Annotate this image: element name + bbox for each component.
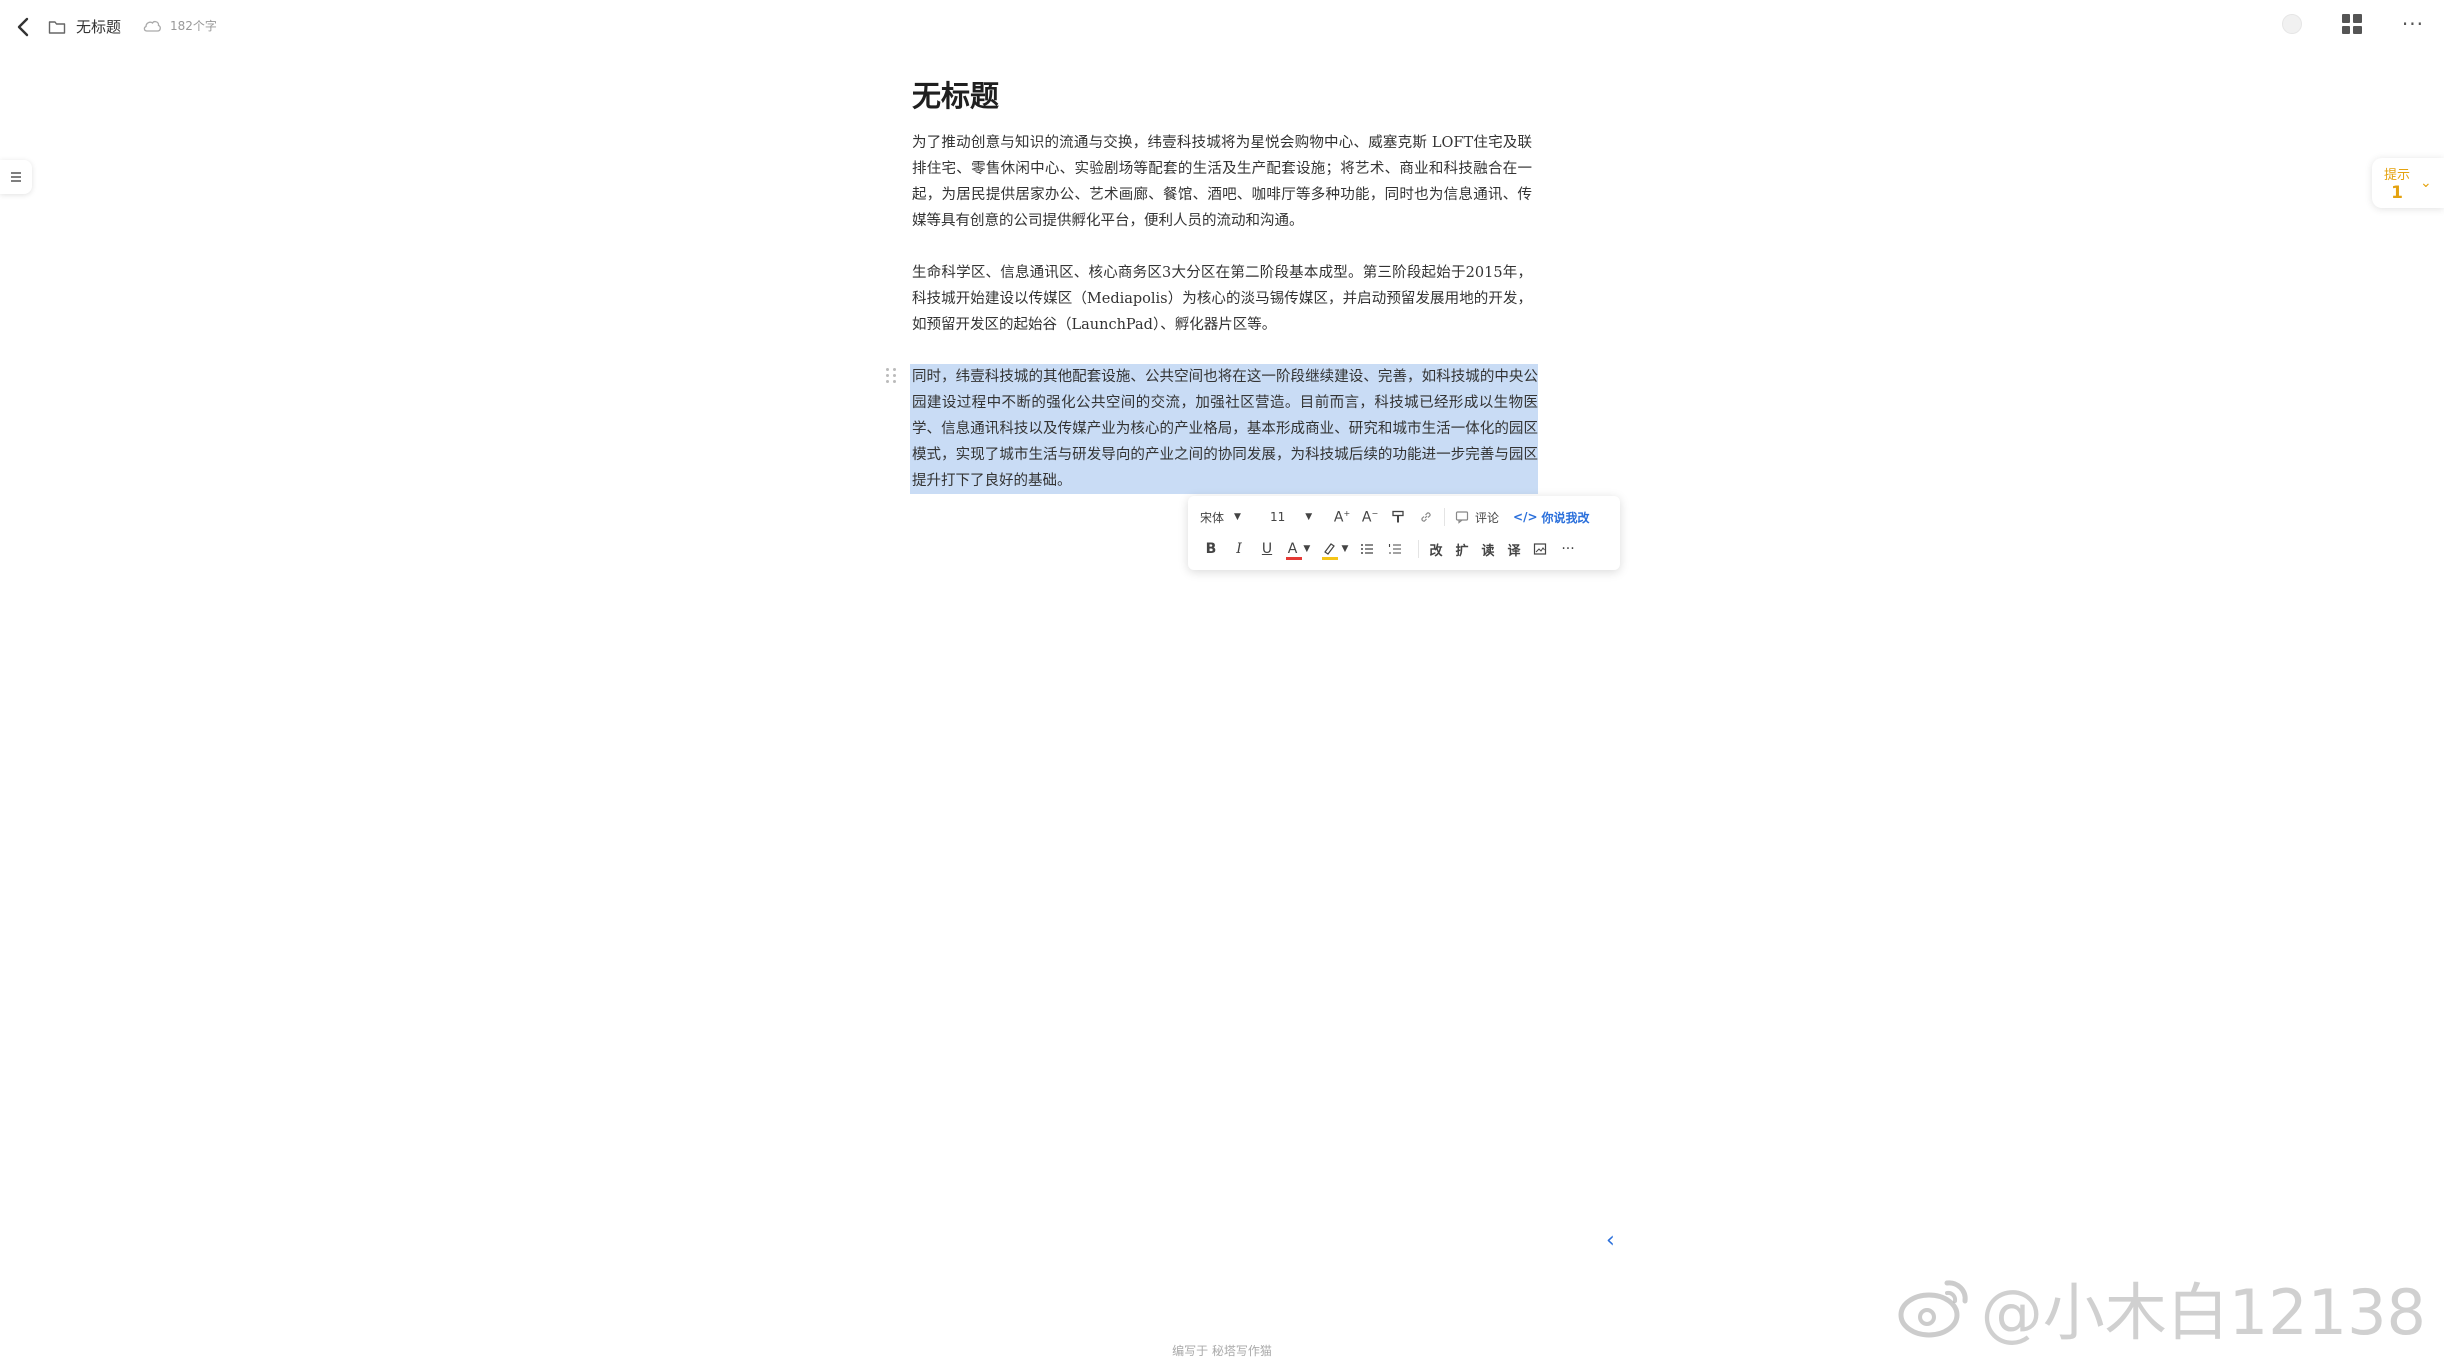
underline-button[interactable]: U — [1256, 537, 1278, 561]
font-decrease-icon: A− — [1361, 508, 1379, 526]
comment-label: 评论 — [1475, 510, 1500, 525]
increase-font-button[interactable]: A+ — [1330, 505, 1354, 529]
more-icon[interactable]: ··· — [2402, 12, 2424, 36]
numbered-list-icon — [1388, 544, 1401, 554]
word-count: 182个字 — [170, 19, 217, 33]
numbered-list-button[interactable] — [1384, 537, 1406, 561]
italic-icon: I — [1236, 541, 1242, 557]
watermark-text: @小木白12138 — [1980, 1276, 2426, 1349]
weibo-logo-icon — [1898, 1280, 1968, 1338]
comment-button[interactable]: 评论 — [1455, 505, 1499, 529]
font-size-value: 11 — [1270, 510, 1286, 524]
chevron-left-icon[interactable]: ‹ — [1606, 1228, 1615, 1253]
toolbar-row-2: B I U A ▼ ▼ 改 扩 读 译 ··· — [1188, 532, 1620, 566]
caret-down-icon: ▼ — [1341, 544, 1349, 554]
document-body[interactable]: 无标题 为了推动创意与知识的流通与交换，纬壹科技城将为星悦会购物中心、威塞克斯 … — [910, 74, 1538, 520]
watermark: @小木白12138 — [1897, 1262, 2426, 1352]
image-button[interactable] — [1529, 537, 1551, 561]
underline-icon: U — [1261, 541, 1273, 557]
top-right-actions: ··· — [2281, 12, 2424, 36]
bullet-list-button[interactable] — [1356, 537, 1378, 561]
rewrite-button[interactable]: 改 — [1425, 537, 1447, 561]
breadcrumb[interactable]: 无标题 — [48, 16, 121, 37]
paragraph[interactable]: 生命科学区、信息通讯区、核心商务区3大分区在第二阶段基本成型。第三阶段起始于20… — [912, 260, 1532, 338]
caret-down-icon: ▼ — [1305, 512, 1313, 522]
hint-text: 提示 1 — [2384, 164, 2410, 203]
cloud-icon — [143, 20, 161, 32]
menu-icon — [11, 172, 21, 182]
editor-page: 无标题 182个字 ··· 提示 1 ⌄ 无标题 为了推动创意与知识的流通与交换… — [0, 0, 2444, 1366]
ai-rewrite-label: 你说我改 — [1541, 510, 1590, 525]
image-icon — [1533, 543, 1547, 555]
selected-paragraph[interactable]: 同时，纬壹科技城的其他配套设施、公共空间也将在这一阶段继续建设、完善，如科技城的… — [910, 364, 1538, 494]
bold-button[interactable]: B — [1200, 537, 1222, 561]
decrease-font-button[interactable]: A− — [1358, 505, 1382, 529]
chevron-down-icon: ⌄ — [2420, 175, 2432, 191]
ai-rewrite-button[interactable]: </> 你说我改 — [1513, 505, 1590, 529]
code-icon: </> — [1513, 510, 1538, 524]
paragraph[interactable]: 为了推动创意与知识的流通与交换，纬壹科技城将为星悦会购物中心、威塞克斯 LOFT… — [912, 130, 1532, 234]
hint-count: 1 — [2391, 182, 2403, 203]
save-status: 182个字 — [142, 17, 217, 34]
doc-name: 无标题 — [76, 18, 122, 36]
toolbar-divider — [1418, 540, 1419, 558]
link-icon — [1421, 512, 1431, 522]
font-color-button[interactable]: A ▼ — [1284, 537, 1314, 561]
floating-format-toolbar: 宋体 ▼ 11 ▼ A+ A− 评论 </> 你说我改 B I U A ▼ ▼ … — [1188, 496, 1620, 570]
hint-label: 提示 — [2384, 167, 2411, 183]
back-button[interactable] — [8, 12, 38, 42]
link-button[interactable] — [1414, 505, 1438, 529]
bullet-list-icon — [1361, 544, 1373, 554]
caret-down-icon: ▼ — [1234, 512, 1241, 522]
folder-icon — [48, 20, 66, 34]
top-bar: 无标题 182个字 ··· — [0, 0, 2444, 56]
toolbar-row-1: 宋体 ▼ 11 ▼ A+ A− 评论 </> 你说我改 — [1188, 500, 1620, 534]
avatar[interactable] — [2281, 14, 2302, 34]
toolbar-divider — [1444, 508, 1445, 526]
font-family-value: 宋体 — [1200, 510, 1225, 525]
expand-button[interactable]: 扩 — [1451, 537, 1473, 561]
caret-down-icon: ▼ — [1303, 544, 1311, 554]
outline-toggle-button[interactable] — [0, 160, 32, 194]
highlight-button[interactable]: ▼ — [1320, 537, 1350, 561]
translate-button[interactable]: 译 — [1503, 537, 1525, 561]
chevron-left-icon — [17, 17, 29, 37]
drag-handle-icon[interactable] — [886, 368, 898, 384]
format-painter-icon — [1392, 510, 1404, 523]
highlighter-icon — [1323, 543, 1335, 555]
font-color-icon: A — [1287, 541, 1298, 557]
read-button[interactable]: 读 — [1477, 537, 1499, 561]
document-title[interactable]: 无标题 — [912, 74, 1532, 118]
font-increase-icon: A+ — [1333, 508, 1351, 526]
format-painter-button[interactable] — [1386, 505, 1410, 529]
hint-widget[interactable]: 提示 1 ⌄ — [2372, 158, 2444, 208]
grid-icon[interactable] — [2341, 14, 2362, 34]
more-icon: ··· — [1561, 541, 1575, 557]
more-options-button[interactable]: ··· — [1557, 537, 1579, 561]
italic-button[interactable]: I — [1228, 537, 1250, 561]
bold-icon: B — [1205, 541, 1217, 557]
comment-icon — [1455, 511, 1469, 524]
font-size-select[interactable]: 11 ▼ — [1270, 505, 1326, 529]
font-family-select[interactable]: 宋体 ▼ — [1200, 505, 1256, 529]
